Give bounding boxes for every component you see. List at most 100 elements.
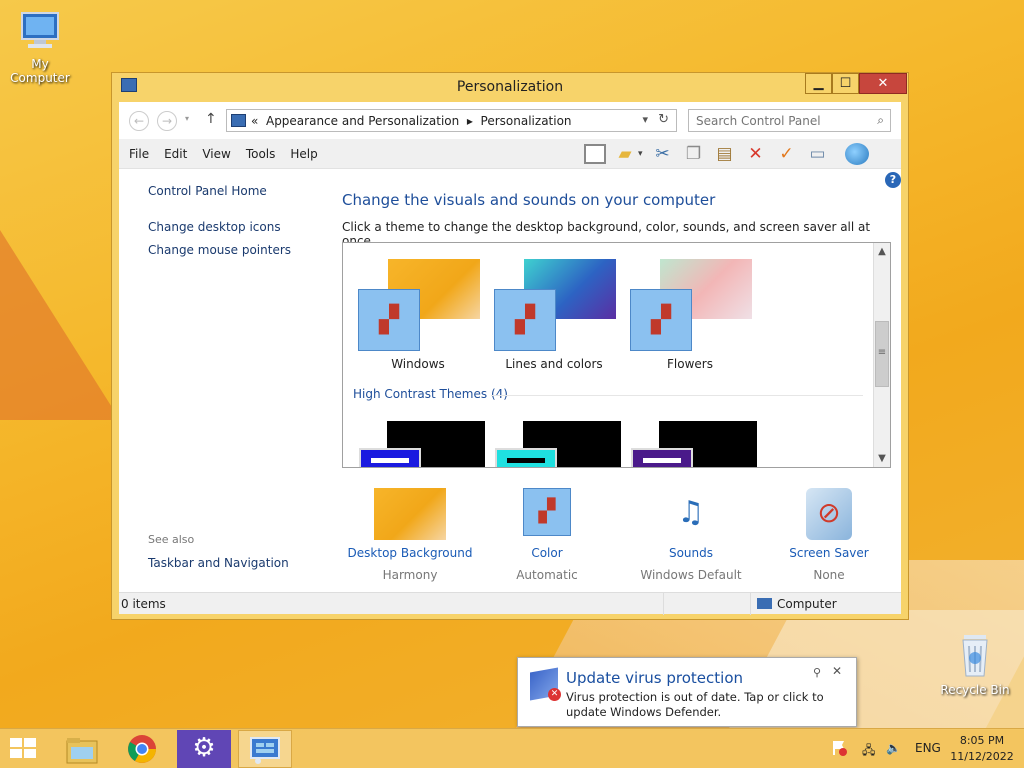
taskbar-file-explorer[interactable]: [55, 730, 109, 768]
divider: [750, 593, 751, 615]
windows-logo-icon: [24, 738, 36, 747]
paste-icon[interactable]: ▤: [713, 142, 737, 166]
divider: [663, 593, 664, 615]
color-palette-icon: ▞: [630, 289, 692, 351]
forward-arrow-icon[interactable]: →: [157, 111, 177, 131]
title-bar[interactable]: Personalization ▁ ☐ ✕: [112, 73, 908, 101]
pin-icon[interactable]: ⚲: [813, 666, 821, 679]
action-center-icon[interactable]: [832, 739, 848, 760]
desktop-icon-recycle-bin[interactable]: Recycle Bin: [935, 632, 1015, 697]
gear-icon: ⚙: [192, 733, 216, 763]
windows-logo-icon: [24, 749, 36, 758]
scroll-up-icon[interactable]: ▲: [874, 243, 890, 260]
help-icon[interactable]: ?: [885, 172, 901, 188]
menu-file[interactable]: File: [129, 147, 149, 161]
clock[interactable]: 8:05 PM 11/12/2022: [946, 733, 1018, 765]
taskbar-settings[interactable]: ⚙: [177, 730, 231, 768]
high-contrast-themes-header[interactable]: High Contrast Themes (4): [353, 387, 508, 401]
desktop-icon-my-computer[interactable]: My Computer: [0, 10, 80, 85]
menu-view[interactable]: View: [202, 147, 230, 161]
window-title: Personalization: [456, 79, 564, 95]
copy-icon[interactable]: ❐: [682, 142, 706, 166]
maximize-button[interactable]: ☐: [832, 73, 859, 94]
error-badge-icon: ✕: [548, 688, 561, 701]
theme-list-scrollbar[interactable]: ▲ ≡ ▼: [873, 243, 890, 467]
taskbar-control-panel[interactable]: [238, 730, 292, 768]
virus-protection-notification[interactable]: ✕ Update virus protection Virus protecti…: [517, 657, 857, 727]
notification-title[interactable]: Update virus protection: [566, 669, 743, 687]
high-contrast-theme[interactable]: [495, 421, 621, 467]
delete-icon[interactable]: ✕: [744, 142, 768, 166]
theme-windows[interactable]: ▞ Windows: [358, 259, 488, 374]
computer-icon: [757, 598, 772, 609]
recent-chevron-icon[interactable]: ▾: [185, 114, 189, 123]
setting-label[interactable]: Sounds: [626, 546, 756, 560]
scrollbar-thumb[interactable]: ≡: [875, 321, 889, 387]
language-indicator[interactable]: ENG: [915, 741, 941, 755]
properties-icon[interactable]: ▭: [806, 142, 830, 166]
personalization-window: Personalization ▁ ☐ ✕ ← → ▾ ↑ « Appearan…: [111, 72, 909, 620]
menu-tools[interactable]: Tools: [246, 147, 276, 161]
desktop-background-setting[interactable]: Desktop Background Harmony: [345, 488, 475, 582]
start-button[interactable]: [10, 738, 38, 760]
control-panel-home-link[interactable]: Control Panel Home: [148, 184, 291, 198]
theme-list: ▞ Windows ▞ Lines and colors ▞ Flowers H…: [342, 242, 891, 468]
menu-toolbar-row: File Edit View Tools Help ▰ ▾ ✂ ❐ ▤ ✕ ✓ …: [119, 139, 901, 169]
hc-chip: [359, 448, 421, 467]
network-icon[interactable]: 🖧: [862, 741, 875, 762]
sounds-icon: ♫: [677, 495, 705, 530]
address-row: ← → ▾ ↑ « Appearance and Personalization…: [119, 102, 901, 139]
volume-icon[interactable]: 🔈: [886, 741, 901, 755]
control-panel-icon: [250, 737, 280, 764]
preview-pane-icon[interactable]: [584, 144, 606, 164]
theme-name: Flowers: [667, 357, 713, 371]
breadcrumb-overflow[interactable]: «: [251, 114, 258, 128]
folder-options-icon[interactable]: ▰: [613, 142, 637, 166]
chevron-down-icon[interactable]: ▾: [638, 149, 643, 159]
setting-label[interactable]: Desktop Background: [345, 546, 475, 560]
setting-label[interactable]: Screen Saver: [764, 546, 894, 560]
computer-icon: [21, 12, 59, 48]
left-pane: Control Panel Home Change desktop icons …: [148, 184, 291, 266]
change-desktop-icons-link[interactable]: Change desktop icons: [148, 220, 291, 234]
change-mouse-pointers-link[interactable]: Change mouse pointers: [148, 243, 291, 257]
high-contrast-theme[interactable]: [359, 421, 485, 467]
search-icon[interactable]: ⌕: [877, 113, 884, 128]
theme-flowers[interactable]: ▞ Flowers: [630, 259, 760, 374]
menu-edit[interactable]: Edit: [164, 147, 187, 161]
setting-value: Automatic: [516, 568, 578, 582]
menu-help[interactable]: Help: [290, 147, 317, 161]
refresh-icon[interactable]: ↻: [658, 112, 669, 127]
globe-icon[interactable]: [844, 143, 869, 165]
checkmark-icon[interactable]: ✓: [775, 142, 799, 166]
sounds-setting[interactable]: ♫ Sounds Windows Default: [626, 488, 756, 582]
up-arrow-icon[interactable]: ↑: [205, 111, 217, 127]
hc-chip: [631, 448, 693, 467]
taskbar-chrome[interactable]: [115, 730, 169, 768]
screen-saver-icon: ⊘: [806, 488, 852, 540]
screen-saver-setting[interactable]: ⊘ Screen Saver None: [764, 488, 894, 582]
chevron-down-icon[interactable]: ▾: [642, 113, 648, 126]
minimize-button[interactable]: ▁: [805, 73, 832, 94]
close-icon[interactable]: ✕: [832, 664, 842, 678]
flag-error-icon: [833, 741, 847, 756]
notification-message[interactable]: Virus protection is out of date. Tap or …: [566, 690, 851, 720]
divider: [491, 395, 863, 396]
breadcrumb-appearance[interactable]: Appearance and Personalization: [266, 114, 459, 128]
theme-lines-and-colors[interactable]: ▞ Lines and colors: [494, 259, 624, 374]
search-input[interactable]: [696, 111, 866, 131]
color-setting[interactable]: ▞ Color Automatic: [482, 488, 612, 582]
wallpaper-shape: [0, 230, 120, 420]
back-arrow-icon[interactable]: ←: [129, 111, 149, 131]
address-bar[interactable]: « Appearance and Personalization ▸ Perso…: [226, 109, 677, 132]
scroll-down-icon[interactable]: ▼: [874, 450, 890, 467]
status-bar: 0 items Computer: [119, 592, 901, 615]
setting-label[interactable]: Color: [482, 546, 612, 560]
taskbar-navigation-link[interactable]: Taskbar and Navigation: [148, 556, 289, 570]
cut-icon[interactable]: ✂: [651, 142, 675, 166]
breadcrumb: « Appearance and Personalization ▸ Perso…: [251, 114, 572, 128]
close-button[interactable]: ✕: [859, 73, 907, 94]
setting-value: None: [813, 568, 845, 582]
high-contrast-theme[interactable]: [631, 421, 757, 467]
breadcrumb-personalization[interactable]: Personalization: [481, 114, 572, 128]
